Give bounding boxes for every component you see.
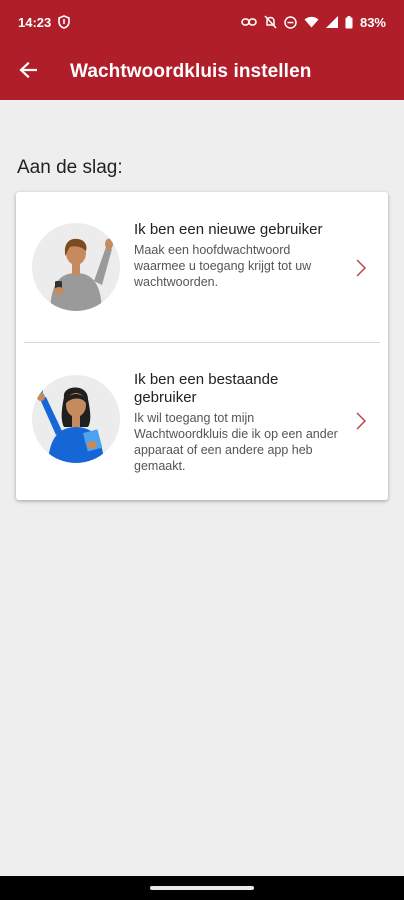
back-button[interactable] — [0, 44, 56, 100]
home-gesture-handle[interactable] — [150, 886, 254, 890]
battery-percentage: 83% — [359, 14, 386, 30]
status-time: 14:23 — [18, 14, 52, 30]
signal-icon — [325, 16, 338, 28]
new-user-illustration — [32, 223, 120, 311]
existing-user-text: Ik ben een bestaande gebruiker Ik wil to… — [134, 371, 344, 474]
option-description: Maak een hoofdwachtwoord waarmee u toega… — [134, 243, 312, 289]
bell-off-icon — [264, 15, 277, 29]
status-bar: 14:23 83% — [0, 0, 404, 44]
page-title: Wachtwoordkluis instellen — [70, 61, 312, 82]
dnd-icon — [284, 15, 297, 29]
arrow-left-icon — [19, 61, 38, 83]
option-title: Ik ben een nieuwe gebruiker — [134, 221, 323, 238]
battery-icon — [345, 15, 353, 29]
option-description: Ik wil toegang tot mijn Wachtwoordkluis … — [134, 411, 338, 473]
chevron-right-icon — [354, 258, 368, 278]
shield-icon — [58, 15, 71, 29]
option-title: Ik ben een bestaande gebruiker — [134, 371, 279, 406]
existing-user-option[interactable]: Ik ben een bestaande gebruiker Ik wil to… — [16, 343, 388, 500]
wifi-icon — [304, 16, 319, 28]
navigation-bar — [0, 876, 404, 900]
toolbar: Wachtwoordkluis instellen — [0, 44, 404, 100]
existing-user-illustration — [32, 375, 120, 463]
chevron-right-icon — [354, 411, 368, 431]
link-icon — [241, 17, 257, 27]
new-user-text: Ik ben een nieuwe gebruiker Maak een hoo… — [134, 221, 344, 290]
new-user-option[interactable]: Ik ben een nieuwe gebruiker Maak een hoo… — [16, 192, 388, 342]
section-label: Aan de slag: — [17, 157, 123, 178]
app-bar: 14:23 83% Wachtwoordkluis instellen — [0, 0, 404, 100]
options-card: Ik ben een nieuwe gebruiker Maak een hoo… — [16, 192, 388, 500]
